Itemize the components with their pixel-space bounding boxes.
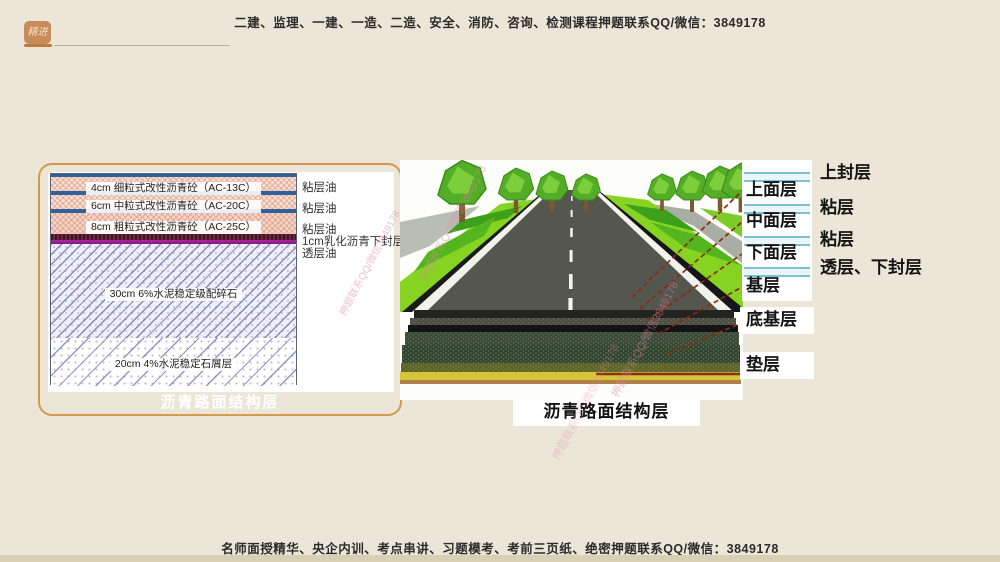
brand-badge: 精进 bbox=[24, 21, 51, 44]
label-prime-seal: 透层、下封层 bbox=[820, 258, 922, 277]
label-base: 基层 bbox=[746, 276, 780, 295]
label-cushion: 垫层 bbox=[746, 355, 780, 374]
label-tack1: 粘层 bbox=[820, 198, 854, 217]
layer-label-ac20: 6cm 中粒式改性沥青砼（AC-20C） bbox=[51, 196, 296, 214]
label-box-subbase: 底基层 bbox=[740, 307, 814, 334]
annotation-tack-oil-2: 粘层油 bbox=[302, 203, 337, 215]
header-rule bbox=[54, 45, 230, 46]
layer-label-ac13: 4cm 细粒式改性沥青砼（AC-13C） bbox=[51, 178, 296, 196]
bottom-strip bbox=[0, 555, 1000, 562]
slide: { "header": { "banner": "二建、监理、一建、一造、二造、… bbox=[0, 0, 1000, 562]
pavement-layer-diagram: 4cm 细粒式改性沥青砼（AC-13C） 6cm 中粒式改性沥青砼（AC-20C… bbox=[38, 163, 405, 416]
road-figure-caption: 沥青路面结构层 bbox=[513, 398, 700, 426]
label-tack2: 粘层 bbox=[820, 230, 854, 249]
label-surface-mid: 中面层 bbox=[746, 211, 797, 230]
annotation-lower-seal: 1cm乳化沥青下封层 bbox=[302, 236, 405, 248]
label-subbase: 底基层 bbox=[746, 310, 797, 329]
annotation-tack-oil-3: 粘层油 bbox=[302, 224, 337, 236]
road-illustration: 押题联系QQ/微信3849178 押题联系QQ/微信3849178 bbox=[400, 159, 761, 400]
label-surface-top: 上面层 bbox=[746, 180, 797, 199]
top-banner-text: 二建、监理、一建、一造、二造、安全、消防、咨询、检测课程押题联系QQ/微信：38… bbox=[234, 16, 766, 30]
layer-stack: 4cm 细粒式改性沥青砼（AC-13C） 6cm 中粒式改性沥青砼（AC-20C… bbox=[50, 173, 297, 386]
badge-underline bbox=[24, 44, 52, 47]
layer-label-chips: 20cm 4%水泥稳定石屑层 bbox=[51, 354, 296, 372]
label-seal-top: 上封层 bbox=[820, 163, 871, 182]
layer-label-ac25: 8cm 粗粒式改性沥青砼（AC-25C） bbox=[51, 217, 296, 235]
annotation-prime-oil: 透层油 bbox=[302, 248, 337, 260]
label-surface-bottom: 下面层 bbox=[746, 243, 797, 262]
layer-label-gravel: 30cm 6%水泥稳定级配碎石 bbox=[51, 284, 296, 302]
diagram-caption: 沥青路面结构层 bbox=[160, 394, 280, 411]
label-box-cushion: 垫层 bbox=[740, 352, 814, 379]
annotation-tack-oil-1: 粘层油 bbox=[302, 182, 337, 194]
